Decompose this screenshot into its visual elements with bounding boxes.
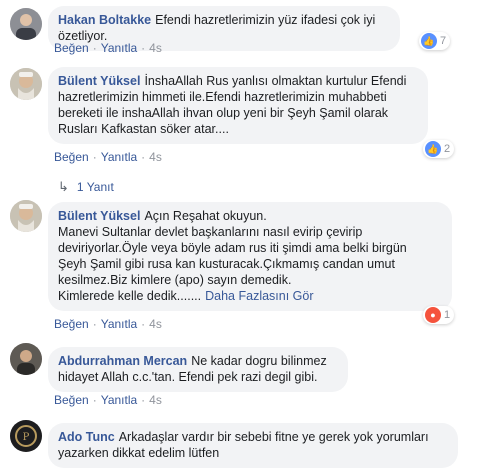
separator: · [141, 150, 146, 164]
comment-text-line: deviriyorlar.Öyle veya böyle adam rus it… [58, 241, 407, 255]
comment-bubble: Abdurrahman Mercan Ne kadar dogru bilinme… [48, 347, 348, 392]
like-icon: 👍 [425, 141, 441, 157]
comment-actions: Beğen · Yanıtla · 4s [54, 41, 162, 55]
replies-count[interactable]: 1 Yanıt [77, 180, 114, 194]
avatar[interactable] [10, 68, 42, 100]
reaction-badge[interactable]: ● 1 [423, 306, 455, 324]
avatar[interactable] [10, 200, 42, 232]
reaction-badge[interactable]: 👍 2 [423, 140, 455, 158]
avatar[interactable]: P [10, 420, 42, 452]
reply-button[interactable]: Yanıtla [101, 393, 137, 407]
comment-author[interactable]: Abdurrahman Mercan [58, 354, 187, 368]
reply-button[interactable]: Yanıtla [101, 317, 137, 331]
separator: · [92, 393, 97, 407]
like-icon: 👍 [421, 33, 437, 49]
comment-author[interactable]: Ado Tunc [58, 430, 115, 444]
angry-icon: ● [425, 307, 441, 323]
separator: · [141, 393, 146, 407]
reaction-count: 2 [444, 143, 451, 155]
comment-bubble: Bülent Yüksel İnshaAllah Rus yanlısı olma… [48, 67, 428, 144]
reply-button[interactable]: Yanıtla [101, 41, 137, 55]
reaction-count: 1 [444, 309, 451, 321]
comment-text-line: kesilmez.Biz kimlere (apo) sayın demedik… [58, 273, 292, 287]
comment-actions: Beğen · Yanıtla · 4s [54, 393, 162, 407]
reaction-badge[interactable]: 👍 7 [419, 32, 451, 50]
comment-author[interactable]: Bülent Yüksel [58, 74, 140, 88]
comment-text-line: Manevi Sultanlar devlet başkanlarını nas… [58, 225, 363, 239]
comment-text-line: Şeyh Şamil gibi rusa kan kusturacak.Çıkm… [58, 257, 395, 271]
like-button[interactable]: Beğen [54, 317, 89, 331]
timestamp[interactable]: 4s [149, 41, 162, 55]
reply-button[interactable]: Yanıtla [101, 150, 137, 164]
comment-text: Açın Reşahat okuyun. [144, 209, 267, 223]
comment-bubble: Ado Tunc Arkadaşlar vardır bir sebebi fit… [48, 423, 458, 468]
avatar[interactable] [10, 8, 42, 40]
see-more-link[interactable]: Daha Fazlasını Gör [205, 289, 313, 303]
svg-text:P: P [23, 432, 30, 443]
separator: · [141, 317, 146, 331]
reply-arrow-icon: ↳ [58, 179, 69, 194]
comment-actions: Beğen · Yanıtla · 4s [54, 150, 162, 164]
like-button[interactable]: Beğen [54, 150, 89, 164]
separator: · [92, 150, 97, 164]
comment-author[interactable]: Bülent Yüksel [58, 209, 140, 223]
view-replies-link[interactable]: ↳ 1 Yanıt [58, 179, 114, 195]
separator: · [92, 317, 97, 331]
like-button[interactable]: Beğen [54, 41, 89, 55]
comment-author[interactable]: Hakan Boltakke [58, 13, 151, 27]
like-button[interactable]: Beğen [54, 393, 89, 407]
timestamp[interactable]: 4s [149, 317, 162, 331]
avatar[interactable] [10, 343, 42, 375]
comment-text-line: Kimlerede kelle dedik....... [58, 289, 202, 303]
comment-bubble: Bülent Yüksel Açın Reşahat okuyun. Manevi… [48, 202, 452, 311]
timestamp[interactable]: 4s [149, 150, 162, 164]
reaction-count: 7 [440, 35, 447, 47]
separator: · [92, 41, 97, 55]
timestamp[interactable]: 4s [149, 393, 162, 407]
separator: · [141, 41, 146, 55]
comment-actions: Beğen · Yanıtla · 4s [54, 317, 162, 331]
